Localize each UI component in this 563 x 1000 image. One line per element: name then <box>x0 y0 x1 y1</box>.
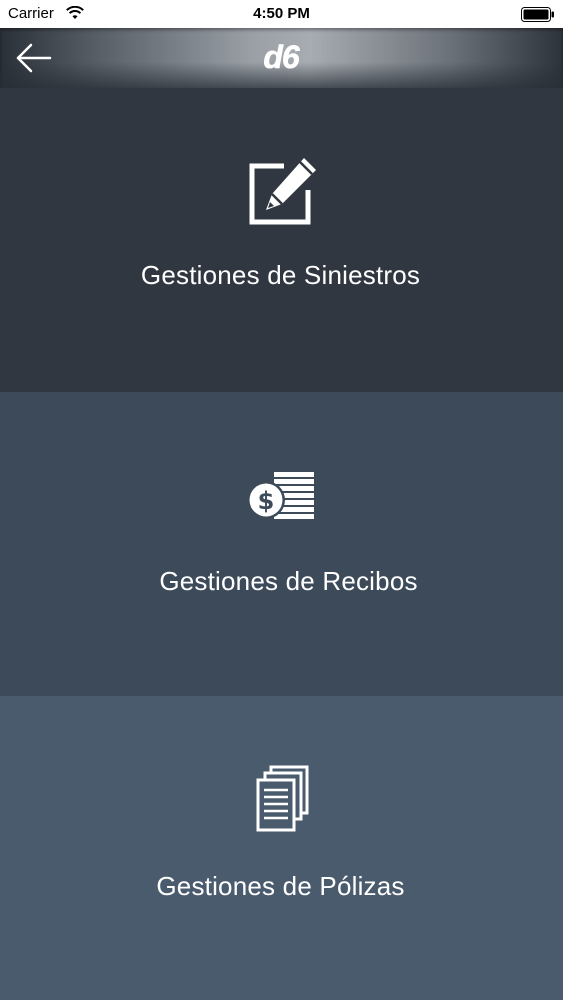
documents-icon <box>256 765 308 832</box>
menu-item-siniestros[interactable]: Gestiones de Siniestros <box>0 88 563 392</box>
status-bar: Carrier 4:50 PM <box>0 0 563 28</box>
svg-text:$: $ <box>257 487 274 515</box>
arrow-left-icon <box>16 43 52 73</box>
edit-icon-wrap <box>0 156 563 233</box>
menu-item-polizas[interactable]: Gestiones de Pólizas <box>0 696 563 1000</box>
d6-logo: d6 <box>263 42 301 74</box>
navigation-bar: d6 <box>0 28 563 88</box>
clock: 4:50 PM <box>253 5 310 22</box>
svg-text:d6: d6 <box>263 42 300 74</box>
battery-icon <box>521 7 554 22</box>
menu-item-label: Gestiones de Pólizas <box>156 871 405 901</box>
menu-item-recibos[interactable]: $ Gestiones de Recibos <box>0 392 563 696</box>
back-button[interactable] <box>14 40 54 76</box>
dollar-coins-icon: $ <box>246 472 314 519</box>
menu-item-label: Gestiones de Recibos <box>159 566 418 596</box>
dollar-coins-icon-wrap: $ <box>0 468 563 529</box>
documents-icon-wrap <box>0 764 563 841</box>
menu-item-label: Gestiones de Siniestros <box>140 260 421 290</box>
edit-icon <box>249 158 316 225</box>
